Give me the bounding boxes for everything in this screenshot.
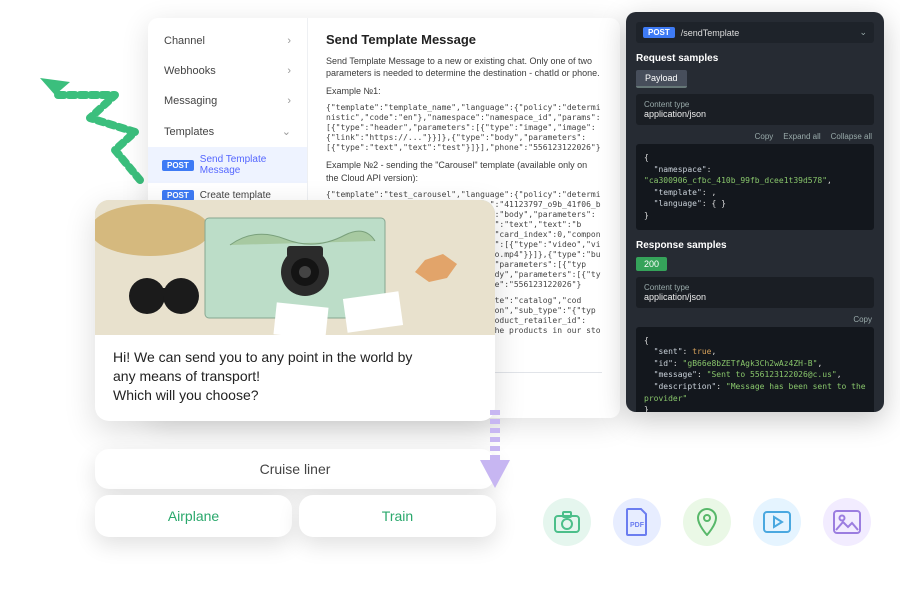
chevron-down-icon: ⌄ [859, 27, 867, 38]
json-actions: Copy [636, 312, 874, 327]
chevron-right-icon: › [287, 35, 291, 47]
nav-label: Webhooks [164, 65, 216, 77]
request-json: { "namespace": "ca300906_cfbc_410b_99fb_… [636, 144, 874, 230]
choice-train[interactable]: Train [299, 495, 496, 537]
location-icon[interactable] [683, 498, 731, 546]
choice-airplane[interactable]: Airplane [95, 495, 292, 537]
travel-image-svg [95, 200, 495, 335]
post-badge: POST [162, 160, 194, 171]
chat-image [95, 200, 495, 335]
chevron-down-icon: ⌄ [282, 125, 291, 138]
content-type-box: Content type application/json [636, 277, 874, 308]
copy-action[interactable]: Copy [755, 132, 774, 141]
content-type-label: Content type [644, 283, 866, 292]
content-type-value: application/json [644, 109, 866, 119]
doc-ex1-label: Example №1: [326, 85, 602, 97]
svg-text:PDF: PDF [630, 522, 645, 529]
media-icon-row: PDF [543, 498, 871, 546]
choice-label: Train [382, 508, 413, 524]
endpoint-row[interactable]: POST /sendTemplate ⌄ [636, 22, 874, 43]
nav-label: Messaging [164, 95, 217, 107]
choice-label: Cruise liner [260, 461, 331, 477]
collapse-action[interactable]: Collapse all [831, 132, 872, 141]
content-type-box: Content type application/json [636, 94, 874, 125]
chat-text-line: any means of transport! [113, 367, 477, 386]
chevron-right-icon: › [287, 65, 291, 77]
content-type-label: Content type [644, 100, 866, 109]
nav-channel[interactable]: Channel › [148, 26, 307, 56]
choice-label: Airplane [168, 508, 219, 524]
chevron-right-icon: › [287, 95, 291, 107]
endpoint-path: /sendTemplate [681, 28, 740, 38]
subnav-send-template[interactable]: POST Send Template Message [148, 147, 307, 183]
video-icon[interactable] [753, 498, 801, 546]
nav-label: Templates [164, 126, 214, 138]
status-200[interactable]: 200 [636, 257, 667, 271]
json-actions: Copy Expand all Collapse all [636, 129, 874, 144]
response-samples-title: Response samples [636, 240, 874, 251]
image-icon[interactable] [823, 498, 871, 546]
doc-ex1-code: {"template":"template_name","language":{… [326, 103, 602, 153]
content-type-value: application/json [644, 292, 866, 302]
pdf-icon[interactable]: PDF [613, 498, 661, 546]
chat-text-line: Which will you choose? [113, 386, 477, 405]
payload-tab[interactable]: Payload [636, 70, 687, 88]
response-json: { "sent": true, "id": "gB66e8bZETfAgk3Ch… [636, 327, 874, 412]
expand-action[interactable]: Expand all [783, 132, 820, 141]
api-panel: POST /sendTemplate ⌄ Request samples Pay… [626, 12, 884, 412]
chat-card: Hi! We can send you to any point in the … [95, 200, 495, 421]
doc-ex2-label: Example №2 - sending the "Carousel" temp… [326, 159, 602, 183]
choice-cruise-liner[interactable]: Cruise liner [95, 449, 495, 489]
nav-templates[interactable]: Templates ⌄ [148, 116, 307, 147]
camera-icon[interactable] [543, 498, 591, 546]
nav-label: Channel [164, 35, 205, 47]
request-samples-title: Request samples [636, 53, 874, 64]
subnav-label: Send Template Message [200, 154, 293, 176]
nav-messaging[interactable]: Messaging › [148, 86, 307, 116]
post-badge: POST [643, 27, 675, 38]
copy-action[interactable]: Copy [853, 315, 872, 324]
chat-body: Hi! We can send you to any point in the … [95, 335, 495, 421]
doc-intro: Send Template Message to a new or existi… [326, 55, 602, 79]
nav-webhooks[interactable]: Webhooks › [148, 56, 307, 86]
decorative-arrow-green [20, 70, 150, 190]
decorative-arrow-purple [478, 410, 512, 490]
doc-title: Send Template Message [326, 32, 602, 47]
chat-text-line: Hi! We can send you to any point in the … [113, 348, 477, 367]
